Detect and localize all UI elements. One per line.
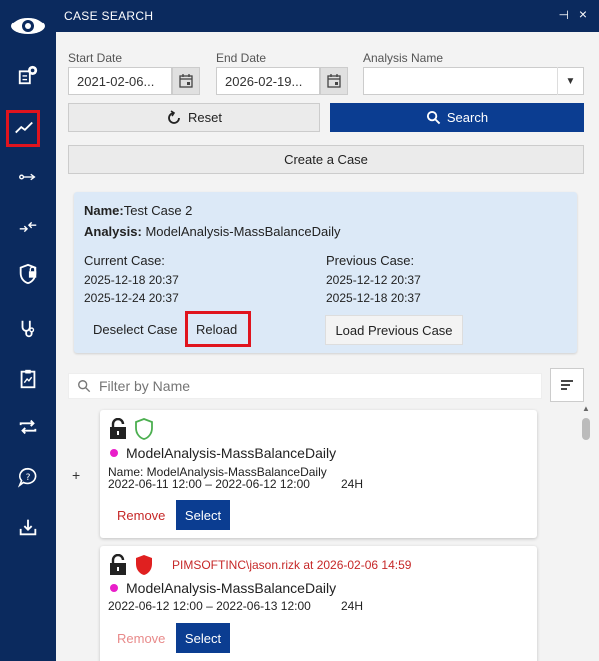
pin-icon[interactable]: ⊣ xyxy=(559,8,569,22)
end-date-label: End Date xyxy=(216,51,267,65)
download-icon[interactable] xyxy=(8,510,48,544)
chevron-down-icon[interactable]: ▼ xyxy=(557,67,583,95)
case-name-label: Name: xyxy=(84,203,124,218)
case-name-row: Name:Test Case 2 xyxy=(84,203,192,218)
current-case-label: Current Case: xyxy=(84,253,165,268)
scroll-up-icon[interactable]: ▲ xyxy=(582,404,590,413)
locked-by-text: PIMSOFTINC\jason.rizk at 2026-02-06 14:5… xyxy=(172,558,412,572)
scroll-thumb[interactable] xyxy=(582,418,590,440)
sidebar: ? xyxy=(0,0,56,661)
case-name-value: Test Case 2 xyxy=(123,203,193,218)
filter-by-name-input[interactable] xyxy=(99,378,519,394)
repeat-icon[interactable] xyxy=(8,410,48,444)
arrows-merge-icon[interactable] xyxy=(8,210,48,244)
select-button[interactable]: Select xyxy=(176,623,230,653)
reports-gear-icon[interactable] xyxy=(8,58,48,92)
clipboard-chart-icon[interactable] xyxy=(8,362,48,396)
previous-case-start: 2025-12-12 20:37 xyxy=(326,273,421,287)
create-case-button[interactable]: Create a Case xyxy=(68,145,584,174)
shield-icon xyxy=(136,555,152,575)
previous-case-label: Previous Case: xyxy=(326,253,415,268)
sort-icon[interactable] xyxy=(550,368,584,402)
list-scrollbar[interactable]: ▲ xyxy=(581,404,591,661)
stethoscope-icon[interactable] xyxy=(8,312,48,346)
status-dot xyxy=(110,449,118,458)
remove-button[interactable]: Remove xyxy=(117,508,165,523)
list-item-name: ModelAnalysis-MassBalanceDaily xyxy=(110,445,336,461)
start-date-label: Start Date xyxy=(68,51,123,65)
analysis-name-label: Analysis Name xyxy=(363,51,444,65)
analysis-name-select[interactable] xyxy=(363,67,584,95)
reload-button[interactable]: Reload xyxy=(196,322,237,337)
status-dot xyxy=(110,584,118,593)
search-button[interactable]: Search xyxy=(330,103,584,132)
case-analysis-label: Analysis: xyxy=(84,224,142,239)
remove-button[interactable]: Remove xyxy=(117,631,165,646)
list-item: ModelAnalysis-MassBalanceDaily Name: Mod… xyxy=(100,410,537,538)
list-item-range: 2022-06-11 12:00 – 2022-06-12 12:00 xyxy=(108,477,310,491)
calendar-icon[interactable] xyxy=(172,67,200,95)
list-item-name: ModelAnalysis-MassBalanceDaily xyxy=(110,580,336,596)
load-previous-case-button[interactable]: Load Previous Case xyxy=(325,315,463,345)
reset-button[interactable]: Reset xyxy=(68,103,320,132)
list-item-interval: 24H xyxy=(341,599,364,613)
panel-title: CASE SEARCH xyxy=(64,9,154,23)
list-item-name-text: ModelAnalysis-MassBalanceDaily xyxy=(126,580,337,596)
current-case-start: 2025-12-18 20:37 xyxy=(84,273,179,287)
case-search-panel: Start Date 2021-02-06... End Date 2026-0… xyxy=(56,32,599,661)
help-chat-icon[interactable]: ? xyxy=(8,460,48,494)
trend-chart-icon[interactable] xyxy=(4,111,44,145)
eye-logo-icon[interactable] xyxy=(10,12,46,38)
selected-case-panel: Name:Test Case 2 Analysis: ModelAnalysis… xyxy=(74,192,577,353)
close-icon[interactable]: × xyxy=(579,6,587,22)
previous-case-end: 2025-12-18 20:37 xyxy=(326,291,421,305)
reset-label: Reset xyxy=(188,110,222,125)
unlocked-icon[interactable] xyxy=(108,418,128,440)
case-analysis-row: Analysis: ModelAnalysis-MassBalanceDaily xyxy=(84,224,341,239)
calendar-icon[interactable] xyxy=(320,67,348,95)
case-analysis-value: ModelAnalysis-MassBalanceDaily xyxy=(145,224,341,239)
current-case-end: 2025-12-24 20:37 xyxy=(84,291,179,305)
arrow-right-icon[interactable] xyxy=(8,160,48,194)
panel-header: CASE SEARCH ⊣ × xyxy=(56,0,599,32)
list-item-interval: 24H xyxy=(341,477,364,491)
search-label: Search xyxy=(446,110,489,125)
search-icon xyxy=(426,110,441,125)
search-icon xyxy=(78,380,91,393)
list-item-range: 2022-06-12 12:00 – 2022-06-13 12:00 xyxy=(108,599,311,613)
shield-icon xyxy=(135,418,153,440)
list-item: PIMSOFTINC\jason.rizk at 2026-02-06 14:5… xyxy=(100,546,537,661)
unlocked-icon[interactable] xyxy=(108,554,128,576)
expand-icon[interactable]: + xyxy=(72,467,80,483)
reset-icon xyxy=(168,109,180,124)
deselect-case-button[interactable]: Deselect Case xyxy=(93,322,178,337)
start-date-input[interactable]: 2021-02-06... xyxy=(68,67,172,95)
select-button[interactable]: Select xyxy=(176,500,230,530)
shield-lock-icon[interactable] xyxy=(8,257,48,291)
end-date-input[interactable]: 2026-02-19... xyxy=(216,67,320,95)
list-item-name-text: ModelAnalysis-MassBalanceDaily xyxy=(126,445,337,461)
svg-text:?: ? xyxy=(26,472,31,483)
filter-bar xyxy=(68,373,542,399)
